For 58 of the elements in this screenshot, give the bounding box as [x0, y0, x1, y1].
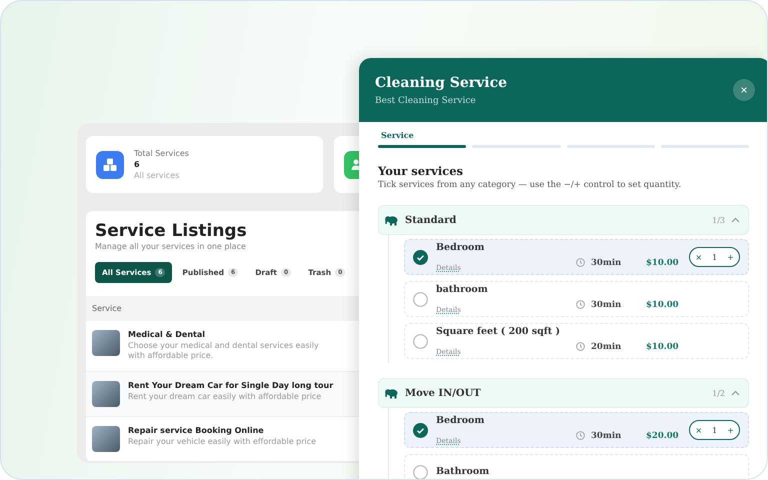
service-title: Repair service Booking Online [128, 426, 265, 435]
clock-icon [576, 258, 585, 267]
duration-text: 30min [591, 258, 622, 268]
service-option[interactable]: Bathroom [404, 454, 749, 479]
section-heading: Your services [378, 164, 464, 178]
price-text: $10.00 [646, 258, 680, 268]
photo-placeholder [92, 426, 120, 452]
price-text: $10.00 [646, 342, 680, 352]
quantity-value: 1 [712, 426, 718, 434]
service-description: Choose your medical and dental services easily with affordable price. [128, 341, 320, 362]
category-header[interactable]: Standard 1/3 [378, 205, 749, 235]
checked-checkbox[interactable] [413, 422, 428, 438]
photo-placeholder [92, 380, 120, 407]
listing-subtitle: Manage all your services in one place [95, 242, 247, 251]
service-title: Medical & Dental [128, 330, 206, 339]
step-bar[interactable] [378, 145, 466, 148]
option-name: bathroom [436, 282, 489, 296]
service-description: Rent your dream car easily with affordable price [128, 392, 322, 402]
service-title: Rent Your Dream Car for Single Day long tour [128, 380, 334, 390]
duration-text: 20min [591, 342, 622, 352]
clock-icon [576, 300, 585, 309]
increment-button[interactable]: + [727, 252, 734, 262]
price-text: $10.00 [646, 300, 680, 310]
duration-text: 30min [591, 430, 622, 440]
elephant-icon [385, 388, 399, 398]
modal-subtitle: Best Cleaning Service [375, 96, 477, 106]
section-instructions: Tick services from any category — use the −/+ control to set quantity. [378, 180, 682, 190]
increment-button[interactable]: + [727, 426, 734, 434]
category-name: Standard [405, 214, 458, 226]
clock-icon [576, 342, 585, 351]
decrement-button[interactable]: × [695, 252, 702, 262]
category-count: 1/2 [712, 388, 725, 398]
quantity-value: 1 [712, 252, 718, 262]
category-header[interactable]: Move IN/OUT 1/2 [378, 378, 749, 408]
checkbox[interactable] [413, 292, 428, 306]
decrement-button[interactable]: × [695, 426, 702, 434]
clock-icon [576, 431, 585, 440]
option-name: Bathroom [436, 465, 490, 479]
step-label: Service [380, 130, 415, 140]
checked-checkbox[interactable] [413, 250, 428, 264]
checkbox[interactable] [413, 464, 428, 479]
price-text: $20.00 [646, 430, 680, 440]
category-name: Move IN/OUT [405, 388, 482, 398]
modal-title: Cleaning Service [375, 74, 508, 90]
stat-title: Total Services [134, 149, 189, 158]
option-name: Bedroom [436, 240, 486, 254]
option-name: Bedroom [436, 414, 486, 428]
stat-note: All services [134, 171, 180, 180]
option-name: Square feet ( 200 sqft ) [436, 324, 562, 338]
stat-value: 6 [134, 160, 141, 169]
checkbox[interactable] [413, 334, 428, 348]
service-description: Repair your vehicle easily with effordable price [128, 436, 318, 448]
elephant-icon [385, 214, 399, 226]
close-button[interactable]: × [733, 79, 755, 101]
photo-placeholder [92, 330, 120, 356]
duration-text: 30min [591, 300, 622, 310]
category-count: 1/3 [712, 216, 725, 224]
listing-title: Service Listings [95, 221, 248, 241]
